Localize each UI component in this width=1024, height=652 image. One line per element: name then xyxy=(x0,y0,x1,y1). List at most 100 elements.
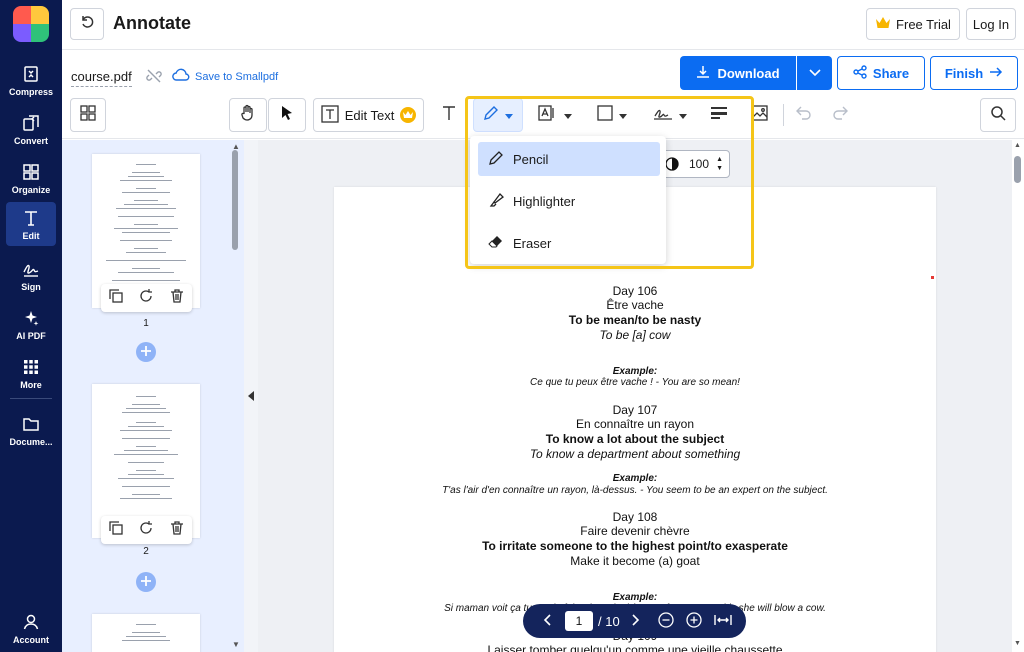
rotate-icon[interactable] xyxy=(139,288,153,308)
opacity-control: 100 ▲ ▼ xyxy=(660,146,752,182)
fit-width-icon[interactable] xyxy=(713,614,732,629)
scrollbar-thumb[interactable] xyxy=(1014,156,1021,183)
sign-icon xyxy=(21,259,41,279)
menu-item-label: Highlighter xyxy=(513,193,576,209)
scroll-down-icon[interactable]: ▼ xyxy=(1014,640,1021,647)
signature-tool-button[interactable] xyxy=(644,98,696,132)
previous-page-icon[interactable] xyxy=(543,613,551,629)
nav-sign[interactable]: Sign xyxy=(0,253,62,297)
toolbar-divider xyxy=(783,104,784,126)
scroll-down-icon[interactable]: ▼ xyxy=(232,640,240,649)
search-icon xyxy=(990,105,1006,126)
compress-icon xyxy=(21,64,41,84)
redo-button[interactable] xyxy=(823,98,857,132)
redact-tool-button[interactable] xyxy=(702,98,736,132)
thumbnails-scrollbar[interactable] xyxy=(232,150,238,250)
entry-literal: To be [a] cow xyxy=(599,328,671,342)
duplicate-icon[interactable] xyxy=(109,520,123,540)
chevron-down-icon xyxy=(808,64,821,82)
hand-tool-button[interactable] xyxy=(229,98,267,132)
entry-phrase: Laisser tomber quelqu'un comme une vieil… xyxy=(487,643,783,652)
opacity-input[interactable]: 100 ▲ ▼ xyxy=(660,150,730,178)
entry-phrase: Faire devenir chèvre xyxy=(580,524,690,538)
entry-meaning: To irritate someone to the highest point… xyxy=(482,539,788,553)
page-thumbnail[interactable] xyxy=(92,614,200,652)
save-to-smallpdf-link[interactable]: Save to Smallpdf xyxy=(172,68,278,85)
menu-item-eraser[interactable]: Eraser xyxy=(478,226,660,260)
next-page-icon[interactable] xyxy=(632,613,640,629)
redact-icon xyxy=(710,105,728,126)
download-icon xyxy=(696,65,710,82)
menu-item-pencil[interactable]: Pencil xyxy=(478,142,660,176)
stepper-arrows-icon[interactable]: ▲ ▼ xyxy=(716,155,723,173)
nav-compress[interactable]: Compress xyxy=(0,58,62,102)
file-name[interactable]: course.pdf xyxy=(71,69,132,87)
nav-more[interactable]: More xyxy=(0,351,62,395)
undo-button[interactable] xyxy=(787,98,821,132)
nav-ai-pdf[interactable]: AI PDF xyxy=(0,302,62,346)
caret-down-icon xyxy=(505,106,513,124)
finish-label: Finish xyxy=(944,65,984,81)
nav-label: More xyxy=(20,379,42,390)
shape-tool-button[interactable] xyxy=(587,98,637,132)
example-text: T'as l'air d'en connaître un rayon, là-d… xyxy=(442,485,828,496)
nav-label: AI PDF xyxy=(16,330,46,341)
nav-documents[interactable]: Docume... xyxy=(0,408,62,452)
text-field-tool-button[interactable] xyxy=(530,98,580,132)
zoom-in-icon[interactable] xyxy=(686,611,702,631)
example-text: Ce que tu peux être vache ! - You are so… xyxy=(530,377,740,388)
nav-account[interactable]: Account xyxy=(0,606,62,650)
entry-meaning: To be mean/to be nasty xyxy=(568,313,702,327)
download-options-button[interactable] xyxy=(797,56,832,90)
trash-icon[interactable] xyxy=(170,288,184,308)
header: Annotate Free Trial Log In xyxy=(62,0,1024,50)
entry-literal: Make it become (a) goat xyxy=(570,554,700,568)
collapse-left-icon[interactable] xyxy=(248,391,254,401)
nav-convert[interactable]: Convert xyxy=(0,107,62,151)
entry-phrase: Être vache xyxy=(606,298,664,312)
search-button[interactable] xyxy=(980,98,1016,132)
page-thumbnails-panel: 1 2 ▲ ▼ xyxy=(62,140,244,652)
download-button[interactable]: Download xyxy=(680,56,796,90)
signature-icon xyxy=(653,105,673,126)
login-button[interactable]: Log In xyxy=(966,8,1016,40)
link-off-icon[interactable] xyxy=(146,68,162,89)
undo-icon xyxy=(796,106,812,125)
plus-icon xyxy=(141,343,151,361)
free-trial-button[interactable]: Free Trial xyxy=(866,8,960,40)
thumbnails-toggle-button[interactable] xyxy=(70,98,106,132)
text-tool-button[interactable] xyxy=(431,98,467,132)
current-page-input[interactable]: 1 xyxy=(565,611,593,631)
share-label: Share xyxy=(872,65,910,81)
nav-organize[interactable]: Organize xyxy=(0,156,62,200)
nav-edit[interactable]: Edit xyxy=(6,202,56,246)
finish-button[interactable]: Finish xyxy=(930,56,1018,90)
plus-icon xyxy=(141,573,151,591)
text-box-icon xyxy=(321,104,339,126)
add-page-button[interactable] xyxy=(136,572,156,592)
smallpdf-logo[interactable] xyxy=(13,6,49,42)
draw-tool-button[interactable] xyxy=(473,98,523,132)
back-button[interactable] xyxy=(70,8,104,40)
image-tool-button[interactable] xyxy=(743,98,777,132)
premium-crown-icon xyxy=(400,107,417,123)
rotate-icon[interactable] xyxy=(139,520,153,540)
document-scrollbar[interactable]: ▲ ▼ xyxy=(1012,140,1024,652)
duplicate-icon[interactable] xyxy=(109,288,123,308)
zoom-out-icon[interactable] xyxy=(658,611,674,631)
example-label: Example: xyxy=(612,366,658,377)
edit-text-button[interactable]: Edit Text xyxy=(313,98,424,132)
nav-label: Organize xyxy=(11,184,51,195)
scroll-up-icon[interactable]: ▲ xyxy=(1014,142,1021,149)
thumbnail-page-number: 1 xyxy=(143,318,149,329)
share-button[interactable]: Share xyxy=(837,56,925,90)
edit-icon xyxy=(21,208,41,228)
entry-day: Day 106 xyxy=(612,284,658,298)
menu-item-highlighter[interactable]: Highlighter xyxy=(478,184,660,218)
nav-label: Sign xyxy=(21,281,41,292)
thumbnail-page-number: 2 xyxy=(143,546,149,557)
select-tool-button[interactable] xyxy=(268,98,306,132)
add-page-button[interactable] xyxy=(136,342,156,362)
trash-icon[interactable] xyxy=(170,520,184,540)
page-thumbnail[interactable] xyxy=(92,384,200,538)
